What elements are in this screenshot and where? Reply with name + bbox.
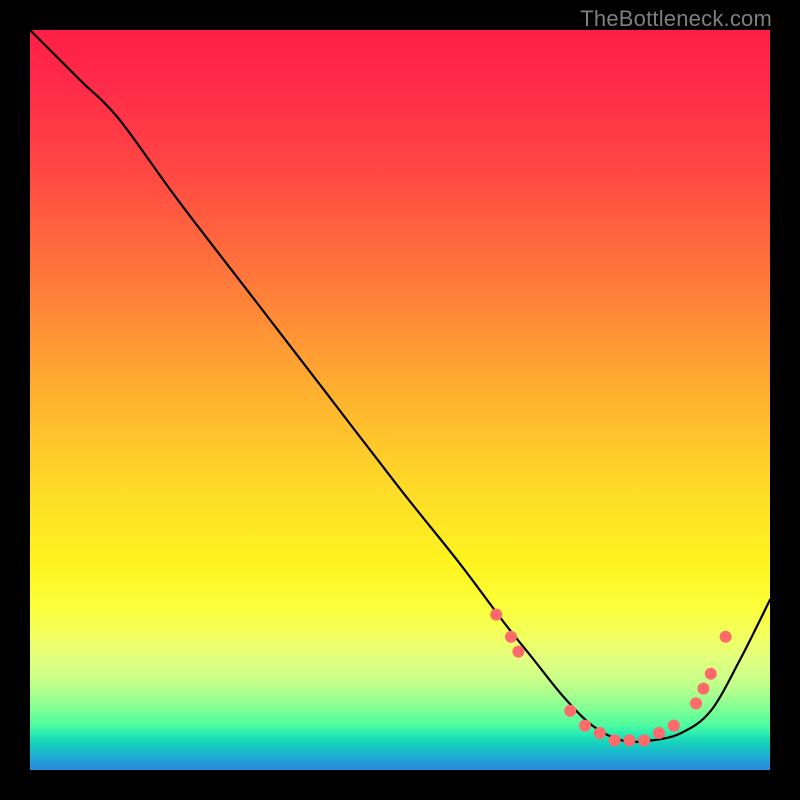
watermark-text: TheBottleneck.com (580, 6, 772, 32)
curve-svg (30, 30, 770, 770)
curve-marker (653, 727, 665, 739)
chart-frame: TheBottleneck.com (0, 0, 800, 800)
curve-marker (490, 609, 502, 621)
curve-marker (638, 734, 650, 746)
curve-marker (690, 697, 702, 709)
curve-marker (623, 734, 635, 746)
curve-marker (505, 631, 517, 643)
curve-marker (579, 720, 591, 732)
bottleneck-curve (30, 30, 770, 742)
curve-marker (564, 705, 576, 717)
plot-area (30, 30, 770, 770)
curve-marker (668, 720, 680, 732)
curve-marker (512, 646, 524, 658)
curve-marker (697, 683, 709, 695)
curve-marker (609, 734, 621, 746)
curve-marker (705, 668, 717, 680)
curve-marker (720, 631, 732, 643)
curve-marker (594, 727, 606, 739)
